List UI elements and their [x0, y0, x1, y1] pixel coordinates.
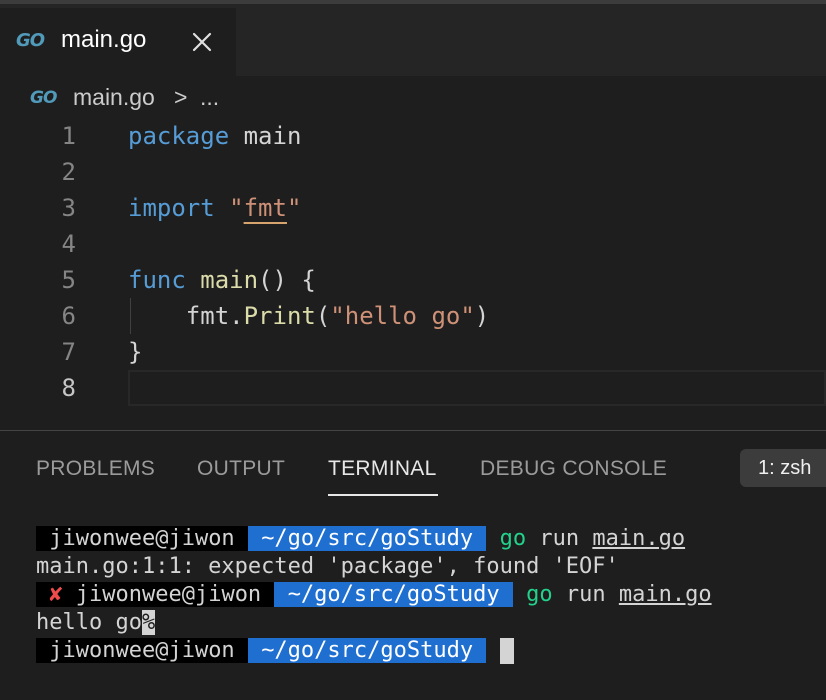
command-go: go — [499, 526, 527, 551]
code-token: fmt — [243, 194, 287, 222]
line-number: 7 — [61, 338, 76, 366]
prompt-path: ~/go/src/goStudy — [261, 638, 474, 663]
command-run: run — [565, 582, 606, 607]
code-token: Print — [243, 302, 316, 330]
breadcrumb-more[interactable]: ... — [200, 84, 219, 111]
code-text: import "fmt" — [128, 190, 301, 226]
code-token: " — [286, 194, 302, 222]
active-tab-indicator — [328, 494, 438, 496]
code-text: } — [128, 334, 142, 370]
tab-problems[interactable]: PROBLEMS — [36, 457, 155, 481]
code-line[interactable]: 1 package main — [0, 118, 826, 154]
command-go: go — [526, 582, 553, 607]
prompt-path: ~/go/src/goStudy — [287, 582, 500, 607]
code-token: main — [229, 122, 302, 150]
code-token: main — [200, 266, 259, 294]
code-line[interactable]: 3 import "fmt" — [0, 190, 826, 226]
prompt-user: jiwonwee@jiwon — [75, 582, 262, 607]
code-token: ( — [315, 302, 331, 330]
code-line[interactable]: 8 — [0, 370, 826, 406]
terminal-error-line: main.go:1:1: expected 'package', found '… — [36, 554, 619, 579]
line-number: 4 — [61, 230, 76, 258]
line-number: 1 — [61, 122, 76, 150]
command-file: main.go — [592, 526, 686, 551]
code-line[interactable]: 2 — [0, 154, 826, 190]
code-line[interactable]: 5 func main() { — [0, 262, 826, 298]
terminal-cursor — [499, 638, 514, 664]
prompt-user: jiwonwee@jiwon — [49, 526, 235, 551]
line-number: 5 — [61, 266, 76, 294]
prompt-path: ~/go/src/goStudy — [261, 526, 474, 551]
terminal-shell-select[interactable]: 1: zsh — [740, 449, 826, 487]
line-number: 6 — [61, 302, 76, 330]
tab-label: main.go — [61, 26, 147, 53]
editor-tab-bar: GO main.go — [0, 0, 826, 80]
code-token: () { — [258, 266, 316, 294]
tab-debug-console[interactable]: DEBUG CONSOLE — [480, 457, 667, 481]
bottom-panel: PROBLEMS OUTPUT TERMINAL DEBUG CONSOLE 1… — [0, 430, 826, 700]
line-number: 3 — [61, 194, 76, 222]
prompt-user: jiwonwee@jiwon — [49, 638, 235, 663]
terminal-line: hello go% — [36, 609, 826, 637]
code-editor[interactable]: 1 package main 2 3 import "fmt" 4 5 func main()… — [0, 118, 826, 430]
no-newline-mark: % — [141, 610, 156, 635]
tab-output[interactable]: OUTPUT — [197, 457, 285, 481]
breadcrumb: GO main.go > ... — [0, 76, 826, 120]
code-token: "hello go" — [330, 302, 475, 330]
terminal-line: ✘ jiwonwee@jiwon ~/go/src/goStudy go run… — [36, 581, 826, 609]
line-number: 8 — [61, 374, 76, 402]
code-text: package main — [128, 118, 301, 154]
code-token: ) — [474, 302, 490, 330]
terminal-line: jiwonwee@jiwon ~/go/src/goStudy go run m… — [36, 525, 826, 553]
code-text: fmt.Print("hello go") — [128, 298, 489, 334]
command-file: main.go — [618, 582, 712, 607]
code-token: " — [229, 194, 244, 222]
line-number: 2 — [61, 158, 76, 186]
code-text: func main() { — [128, 262, 316, 298]
code-token: package — [128, 122, 230, 150]
code-token: fmt. — [128, 302, 244, 330]
error-cross-icon: ✘ — [49, 582, 63, 607]
code-token: func — [128, 266, 186, 294]
code-line[interactable]: 6 fmt.Print("hello go") — [0, 298, 826, 334]
program-output: hello go — [36, 610, 142, 635]
command-run: run — [539, 526, 580, 551]
close-icon[interactable] — [188, 28, 216, 56]
tab-terminal[interactable]: TERMINAL — [328, 457, 437, 481]
editor-tab-main-go[interactable]: GO main.go — [0, 8, 236, 80]
go-file-icon: GO — [30, 88, 57, 108]
code-line[interactable]: 7} — [0, 334, 826, 370]
go-file-icon: GO — [16, 30, 45, 51]
code-token: import — [128, 194, 215, 222]
breadcrumb-file[interactable]: main.go — [73, 84, 155, 111]
code-token: } — [128, 338, 143, 366]
terminal-line: jiwonwee@jiwon ~/go/src/goStudy — [36, 637, 826, 665]
chevron-right-icon: > — [174, 84, 188, 110]
code-line[interactable]: 4 — [0, 226, 826, 262]
